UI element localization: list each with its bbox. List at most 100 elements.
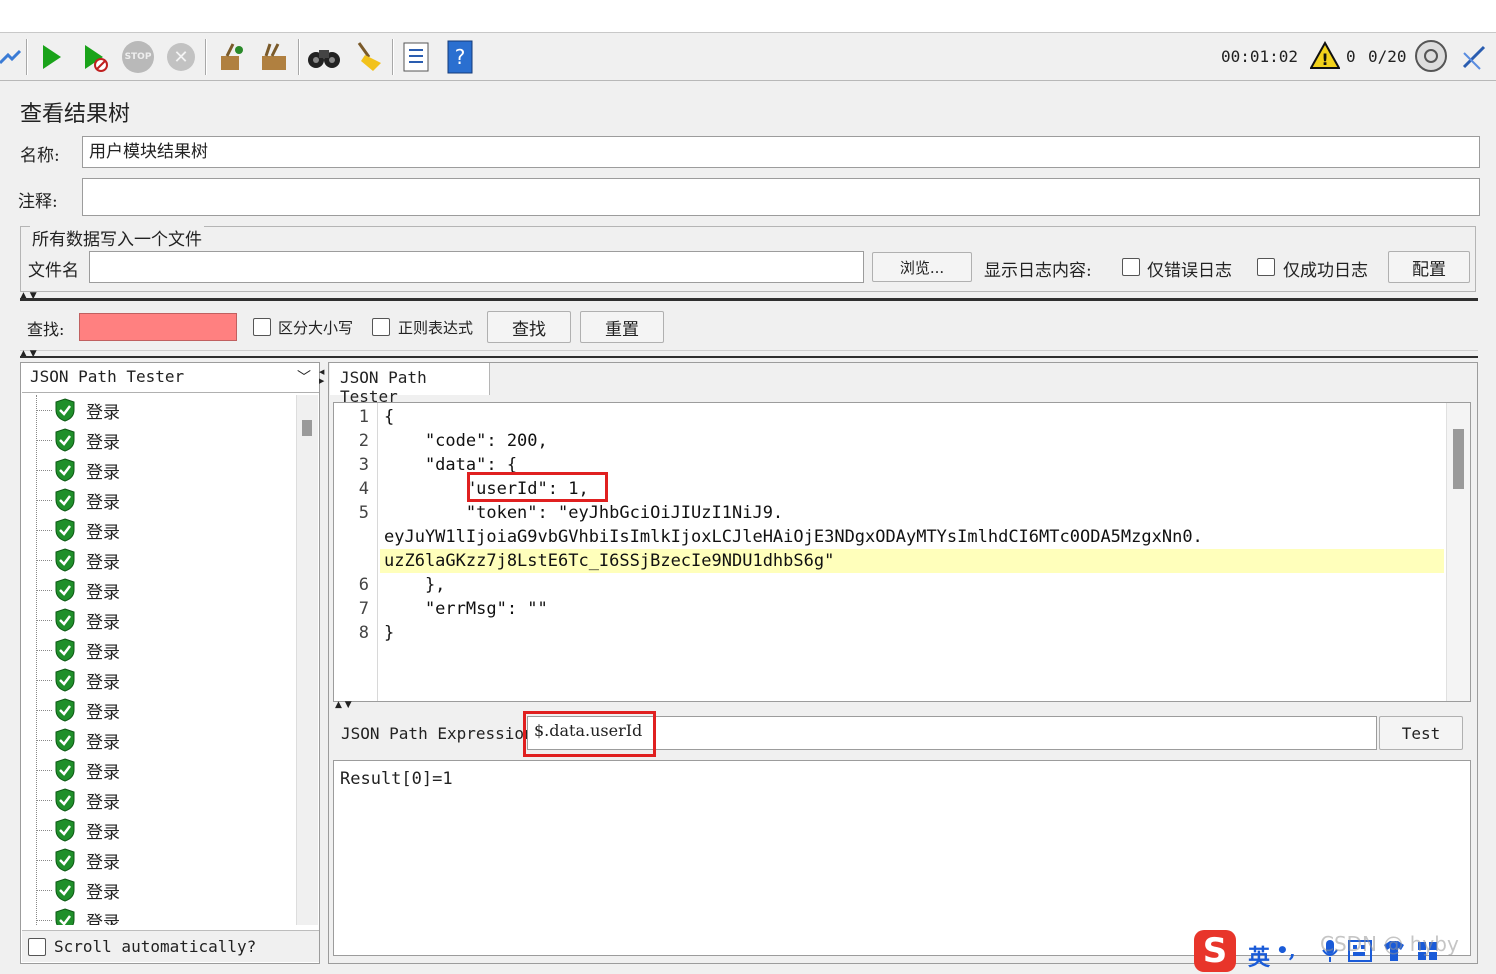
find-button[interactable]: 查找 bbox=[487, 311, 571, 343]
page-title: 查看结果树 bbox=[20, 102, 131, 127]
editor-scrollbar[interactable] bbox=[1446, 403, 1470, 701]
comment-label: 注释: bbox=[18, 192, 58, 212]
ime-language[interactable]: 英 bbox=[1248, 940, 1270, 972]
tree-item-label: 登录 bbox=[86, 792, 120, 813]
clear-all-button[interactable] bbox=[256, 39, 292, 75]
remote-engine-icon[interactable] bbox=[1414, 39, 1448, 78]
success-shield-icon bbox=[54, 698, 76, 722]
tree-item-label: 登录 bbox=[86, 552, 120, 573]
name-field[interactable]: 用户模块结果树 bbox=[82, 136, 1480, 168]
shutdown-button[interactable]: ✕ bbox=[163, 39, 199, 75]
tree-item[interactable]: 登录 bbox=[22, 905, 120, 925]
tree-item[interactable]: 登录 bbox=[22, 455, 120, 485]
stop-button[interactable]: STOP bbox=[120, 39, 156, 75]
tree-item-label: 登录 bbox=[86, 762, 120, 783]
code-line: eyJuYW1lIjoiaG9vbGVhbiIsImlkIjoxLCJleHAi… bbox=[384, 527, 1203, 547]
tree-item[interactable]: 登录 bbox=[22, 575, 120, 605]
ime-punctuation[interactable]: •, bbox=[1276, 938, 1296, 962]
regex-checkbox[interactable] bbox=[372, 318, 390, 336]
tree-item[interactable]: 登录 bbox=[22, 815, 120, 845]
tree-item[interactable]: 登录 bbox=[22, 875, 120, 905]
success-only-checkbox[interactable] bbox=[1257, 258, 1275, 276]
case-sensitive-checkbox[interactable] bbox=[253, 318, 271, 336]
search-input[interactable] bbox=[79, 313, 237, 341]
tree-branch bbox=[36, 799, 52, 801]
clear-search-button[interactable] bbox=[350, 39, 386, 75]
code-line: "errMsg": "" bbox=[384, 599, 548, 619]
tree-item[interactable]: 登录 bbox=[22, 725, 120, 755]
tree-branch bbox=[36, 679, 52, 681]
line-gutter: 1 2 3 4 5 6 7 8 bbox=[334, 403, 378, 701]
help-button[interactable]: ? bbox=[442, 39, 478, 75]
tree-branch bbox=[36, 889, 52, 891]
line-number: 4 bbox=[358, 479, 369, 499]
success-shield-icon bbox=[54, 488, 76, 512]
tree-item[interactable]: 登录 bbox=[22, 755, 120, 785]
line-number: 7 bbox=[358, 599, 369, 619]
response-editor[interactable]: 12345678 { "code": 200, "data": { "userI… bbox=[333, 402, 1471, 702]
tree-branch bbox=[36, 769, 52, 771]
filename-field[interactable] bbox=[89, 251, 864, 283]
success-shield-icon bbox=[54, 878, 76, 902]
success-shield-icon bbox=[54, 848, 76, 872]
name-label: 名称: bbox=[20, 146, 60, 166]
pane-splitter[interactable]: ◀ ▶ bbox=[319, 364, 327, 964]
renderer-select[interactable]: JSON Path Tester ﹀ bbox=[22, 363, 319, 393]
tree-item[interactable]: 登录 bbox=[22, 785, 120, 815]
reset-button[interactable]: 重置 bbox=[580, 311, 664, 343]
tree-scrollbar[interactable] bbox=[296, 395, 318, 925]
tree-branch bbox=[36, 829, 52, 831]
tree-scrollbar-thumb[interactable] bbox=[302, 420, 312, 436]
tree-item[interactable]: 登录 bbox=[22, 545, 120, 575]
results-divider[interactable] bbox=[20, 356, 1478, 358]
success-shield-icon bbox=[54, 518, 76, 542]
code-line: { bbox=[384, 407, 395, 427]
code-line: } bbox=[384, 623, 395, 643]
tree-item-label: 登录 bbox=[86, 522, 120, 543]
shutdown-icon: ✕ bbox=[167, 43, 195, 71]
tree-item[interactable]: 登录 bbox=[22, 425, 120, 455]
svg-text:?: ? bbox=[455, 45, 466, 69]
line-number: 6 bbox=[358, 575, 369, 595]
search-button[interactable] bbox=[306, 39, 342, 75]
csdn-watermark: CSDN @ hyby bbox=[1320, 932, 1459, 956]
scroll-automatically-checkbox[interactable] bbox=[28, 937, 46, 956]
success-shield-icon bbox=[54, 428, 76, 452]
configure-button[interactable]: 配置 bbox=[1388, 251, 1470, 283]
tree-item[interactable]: 登录 bbox=[22, 665, 120, 695]
tree-item-label: 登录 bbox=[86, 462, 120, 483]
log-viewer-icon[interactable] bbox=[1460, 43, 1488, 76]
scroll-automatically-row: Scroll automatically? bbox=[22, 930, 319, 962]
tree-item[interactable]: 登录 bbox=[22, 635, 120, 665]
tree-item[interactable]: 登录 bbox=[22, 695, 120, 725]
tree-item[interactable]: 登录 bbox=[22, 485, 120, 515]
tree-item-label: 登录 bbox=[86, 582, 120, 603]
play-no-pause-icon bbox=[85, 45, 108, 72]
start-button[interactable] bbox=[34, 39, 70, 75]
test-button[interactable]: Test bbox=[1379, 716, 1463, 750]
editor-scrollbar-thumb[interactable] bbox=[1453, 429, 1464, 489]
tree-item[interactable]: 登录 bbox=[22, 395, 120, 425]
split-arrows[interactable]: ▲ ▼ bbox=[335, 701, 352, 710]
tree-branch bbox=[36, 649, 52, 651]
warning-icon[interactable]: ! bbox=[1309, 40, 1341, 74]
start-no-pauses-button[interactable] bbox=[76, 39, 112, 75]
browse-button[interactable]: 浏览... bbox=[872, 252, 972, 282]
regex-label: 正则表达式 bbox=[398, 319, 474, 337]
panel-divider[interactable] bbox=[20, 298, 1478, 301]
tab-json-path-tester[interactable]: JSON Path Tester bbox=[330, 363, 490, 406]
toolbar-separator bbox=[205, 39, 207, 75]
sogou-logo[interactable]: S bbox=[1194, 930, 1236, 972]
errors-only-checkbox[interactable] bbox=[1122, 258, 1140, 276]
toggle-icon[interactable] bbox=[0, 39, 28, 75]
renderer-select-value: JSON Path Tester bbox=[30, 367, 185, 386]
tree-item[interactable]: 登录 bbox=[22, 845, 120, 875]
tree-item[interactable]: 登录 bbox=[22, 515, 120, 545]
tree-item-label: 登录 bbox=[86, 702, 120, 723]
tree-item-label: 登录 bbox=[86, 912, 120, 926]
function-helper-button[interactable] bbox=[398, 39, 434, 75]
tree-item[interactable]: 登录 bbox=[22, 605, 120, 635]
clear-button[interactable] bbox=[212, 39, 248, 75]
tree-branch bbox=[36, 619, 52, 621]
comment-field[interactable] bbox=[82, 178, 1480, 216]
